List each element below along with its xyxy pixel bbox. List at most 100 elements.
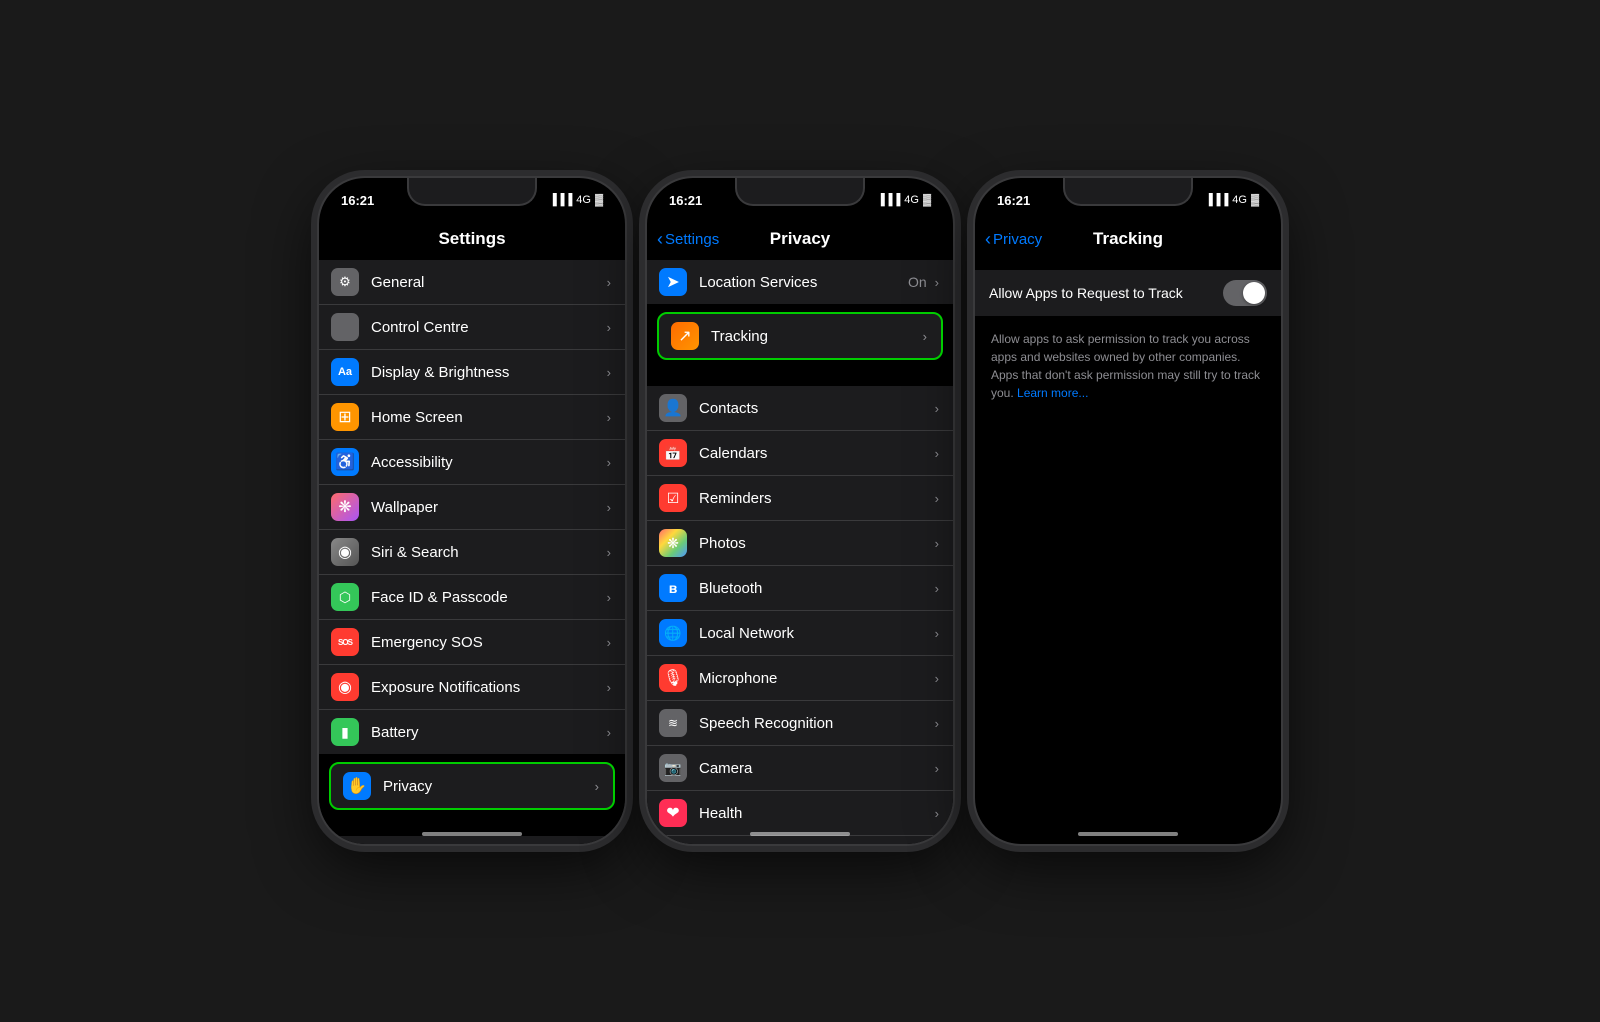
phone-2-screen: 16:21 ▐▐▐ 4G ▓ ‹ Settings Privacy ➤ Loca… <box>647 178 953 844</box>
list-item-research[interactable]: S Research Sensor & Usage Data › <box>647 836 953 844</box>
siri-label: Siri & Search <box>371 544 603 561</box>
settings-list-1[interactable]: ⚙ General › Control Centre › Aa <box>319 260 625 844</box>
battery-icon: ▮ <box>331 718 359 746</box>
list-item-bluetooth[interactable]: ʙ Bluetooth › <box>647 566 953 611</box>
health-icon: ❤ <box>659 799 687 827</box>
status-time-1: 16:21 <box>341 193 374 208</box>
siri-icon: ◉ <box>331 538 359 566</box>
network-type-2: 4G <box>904 194 919 206</box>
section-tracking-toggle: Allow Apps to Request to Track <box>975 270 1281 316</box>
microphone-label: Microphone <box>699 670 931 687</box>
wallpaper-label: Wallpaper <box>371 499 603 516</box>
exposure-label: Exposure Notifications <box>371 679 603 696</box>
phone-2: 16:21 ▐▐▐ 4G ▓ ‹ Settings Privacy ➤ Loca… <box>645 176 955 846</box>
settings-list-2[interactable]: ➤ Location Services On › ↗ Tracking › 👤 <box>647 260 953 844</box>
location-chevron: › <box>935 275 939 290</box>
tracking-learn-more[interactable]: Learn more... <box>1017 386 1088 400</box>
controlcentre-icon <box>331 313 359 341</box>
health-chevron: › <box>935 806 939 821</box>
list-item-battery[interactable]: ▮ Battery › <box>319 710 625 754</box>
camera-label: Camera <box>699 760 931 777</box>
reminders-chevron: › <box>935 491 939 506</box>
list-item-wallpaper[interactable]: ❋ Wallpaper › <box>319 485 625 530</box>
list-item-display[interactable]: Aa Display & Brightness › <box>319 350 625 395</box>
faceid-label: Face ID & Passcode <box>371 589 603 606</box>
sos-label: Emergency SOS <box>371 634 603 651</box>
homescreen-chevron: › <box>607 410 611 425</box>
privacy-section: ✋ Privacy › <box>319 756 625 816</box>
list-item-photos[interactable]: ❋ Photos › <box>647 521 953 566</box>
gap-p2 <box>647 366 953 386</box>
list-item-general[interactable]: ⚙ General › <box>319 260 625 305</box>
back-label-2[interactable]: Settings <box>665 231 719 248</box>
signal-icon: ▐▐▐ <box>549 194 572 206</box>
display-label: Display & Brightness <box>371 364 603 381</box>
list-item-calendars[interactable]: 📅 Calendars › <box>647 431 953 476</box>
back-chevron-2: ‹ <box>657 230 663 248</box>
nav-back-2[interactable]: ‹ Settings <box>657 230 719 248</box>
list-item-homescreen[interactable]: ⊞ Home Screen › <box>319 395 625 440</box>
battery-chevron: › <box>607 725 611 740</box>
localnetwork-icon: 🌐 <box>659 619 687 647</box>
list-item-controlcentre[interactable]: Control Centre › <box>319 305 625 350</box>
settings-list-3: Allow Apps to Request to Track Allow app… <box>975 260 1281 844</box>
photos-chevron: › <box>935 536 939 551</box>
health-label: Health <box>699 805 931 822</box>
home-indicator-2 <box>750 832 850 836</box>
section-top-1: ⚙ General › Control Centre › Aa <box>319 260 625 754</box>
privacy-icon: ✋ <box>343 772 371 800</box>
status-icons-2: ▐▐▐ 4G ▓ <box>877 194 931 206</box>
notch-1 <box>407 178 537 206</box>
status-icons-1: ▐▐▐ 4G ▓ <box>549 194 603 206</box>
list-item-siri[interactable]: ◉ Siri & Search › <box>319 530 625 575</box>
nav-back-3[interactable]: ‹ Privacy <box>985 230 1042 248</box>
list-item-appstore[interactable]: A App Store › <box>319 836 625 844</box>
nav-bar-1: Settings <box>319 216 625 260</box>
list-item-speech[interactable]: ≋ Speech Recognition › <box>647 701 953 746</box>
list-item-sos[interactable]: SOS Emergency SOS › <box>319 620 625 665</box>
exposure-icon: ◉ <box>331 673 359 701</box>
list-item-health[interactable]: ❤ Health › <box>647 791 953 836</box>
accessibility-icon: ♿ <box>331 448 359 476</box>
speech-chevron: › <box>935 716 939 731</box>
list-item-exposure[interactable]: ◉ Exposure Notifications › <box>319 665 625 710</box>
status-time-3: 16:21 <box>997 193 1030 208</box>
microphone-icon: 🎙 <box>659 664 687 692</box>
nav-title-3: Tracking <box>1093 229 1163 249</box>
network-type-1: 4G <box>576 194 591 206</box>
sos-chevron: › <box>607 635 611 650</box>
location-value: On <box>908 274 927 290</box>
sos-icon: SOS <box>331 628 359 656</box>
list-item-tracking[interactable]: ↗ Tracking › <box>657 312 943 360</box>
notch-2 <box>735 178 865 206</box>
homescreen-label: Home Screen <box>371 409 603 426</box>
phone-1: 16:21 ▐▐▐ 4G ▓ Settings ⚙ General › <box>317 176 627 846</box>
status-time-2: 16:21 <box>669 193 702 208</box>
home-indicator-3 <box>1078 832 1178 836</box>
tracking-toggle-switch[interactable] <box>1223 280 1267 306</box>
siri-chevron: › <box>607 545 611 560</box>
homescreen-icon: ⊞ <box>331 403 359 431</box>
list-item-accessibility[interactable]: ♿ Accessibility › <box>319 440 625 485</box>
list-item-faceid[interactable]: ⬡ Face ID & Passcode › <box>319 575 625 620</box>
status-icons-3: ▐▐▐ 4G ▓ <box>1205 194 1259 206</box>
list-item-microphone[interactable]: 🎙 Microphone › <box>647 656 953 701</box>
location-icon: ➤ <box>659 268 687 296</box>
list-item-camera[interactable]: 📷 Camera › <box>647 746 953 791</box>
bluetooth-icon: ʙ <box>659 574 687 602</box>
battery-icon-3: ▓ <box>1251 194 1259 206</box>
back-label-3[interactable]: Privacy <box>993 231 1042 248</box>
location-label: Location Services <box>699 274 908 291</box>
list-item-privacy[interactable]: ✋ Privacy › <box>329 762 615 810</box>
toggle-knob <box>1243 282 1265 304</box>
list-item-location[interactable]: ➤ Location Services On › <box>647 260 953 304</box>
display-icon: Aa <box>331 358 359 386</box>
signal-icon-2: ▐▐▐ <box>877 194 900 206</box>
battery-label: Battery <box>371 724 603 741</box>
list-item-localnetwork[interactable]: 🌐 Local Network › <box>647 611 953 656</box>
nav-bar-2: ‹ Settings Privacy <box>647 216 953 260</box>
list-item-contacts[interactable]: 👤 Contacts › <box>647 386 953 431</box>
section-location: ➤ Location Services On › <box>647 260 953 304</box>
localnetwork-label: Local Network <box>699 625 931 642</box>
list-item-reminders[interactable]: ☑ Reminders › <box>647 476 953 521</box>
